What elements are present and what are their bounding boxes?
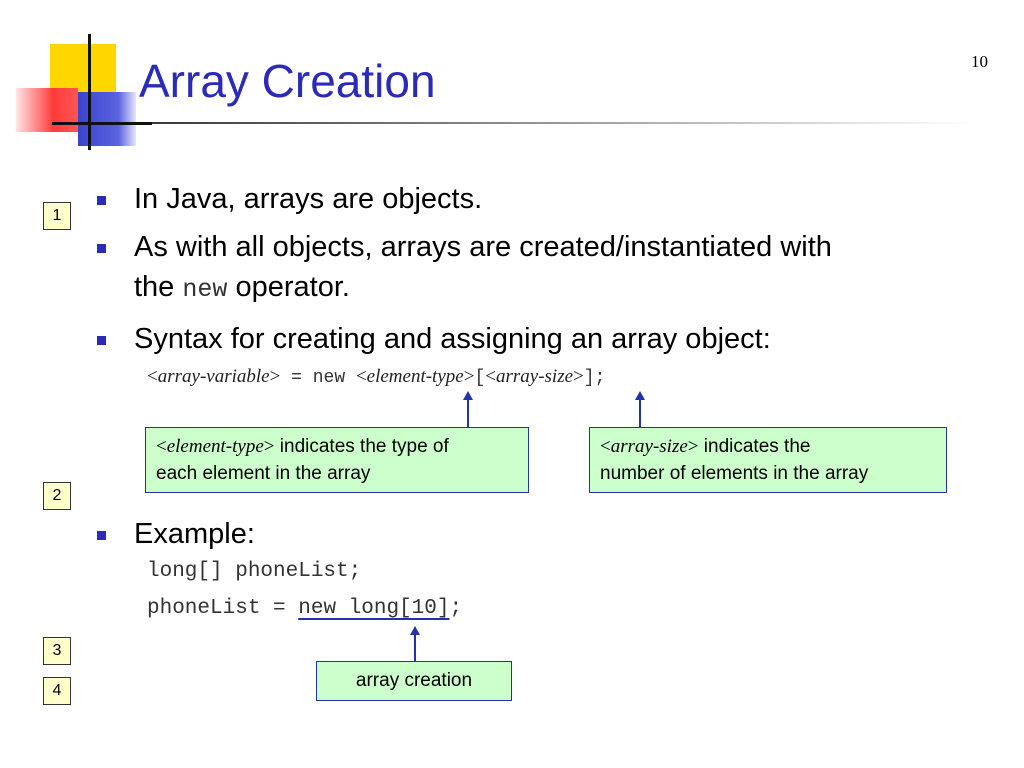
logo-horizontal-line <box>52 122 152 125</box>
bullet-icon <box>97 244 106 253</box>
example-code-line-2: phoneList = new long[10]; <box>147 597 463 620</box>
marker-4: 4 <box>43 677 71 705</box>
syntax-line: <array-variable> = new <element-type>[<a… <box>147 366 606 388</box>
logo-red-square <box>16 88 78 132</box>
new-keyword: new <box>182 275 228 304</box>
bullet-text-2-line-2: the new operator. <box>134 268 350 309</box>
bullet-icon <box>97 196 106 205</box>
logo-blue-square <box>78 92 136 146</box>
bullet-icon <box>97 531 106 540</box>
syntax-array-size: array-size <box>495 366 574 387</box>
bullet-text-4: Example: <box>134 518 255 550</box>
arrow-line <box>467 399 469 427</box>
syntax-array-variable: array-variable <box>157 366 270 387</box>
note-element-type: <element-type> indicates the type of eac… <box>145 427 529 493</box>
array-creation-expression: new long[10] <box>298 597 450 620</box>
bullet-text-2-line-1: As with all objects, arrays are created/… <box>134 231 832 263</box>
slide-title: Array Creation <box>139 55 436 107</box>
bullet-text-1: In Java, arrays are objects. <box>134 183 483 215</box>
title-rule <box>52 122 972 124</box>
bullet-text-2-post: operator. <box>235 271 350 303</box>
bullet-icon <box>97 336 106 345</box>
bullet-text-3: Syntax for creating and assigning an arr… <box>134 323 771 355</box>
marker-1: 1 <box>43 202 71 230</box>
logo-vertical-line <box>88 34 91 150</box>
example-code-line-1: long[] phoneList; <box>147 560 362 583</box>
syntax-new: = new <box>280 368 356 388</box>
bullet-text-2-pre: the <box>134 271 175 303</box>
marker-3: 3 <box>43 637 71 665</box>
note-array-size: <array-size> indicates the number of ele… <box>589 427 947 493</box>
slide-number: 10 <box>971 52 988 71</box>
marker-2: 2 <box>43 482 71 510</box>
arrow-line <box>639 399 641 427</box>
syntax-element-type: element-type <box>366 366 464 387</box>
arrow-line <box>414 634 416 662</box>
note-array-creation: array creation <box>316 661 512 701</box>
